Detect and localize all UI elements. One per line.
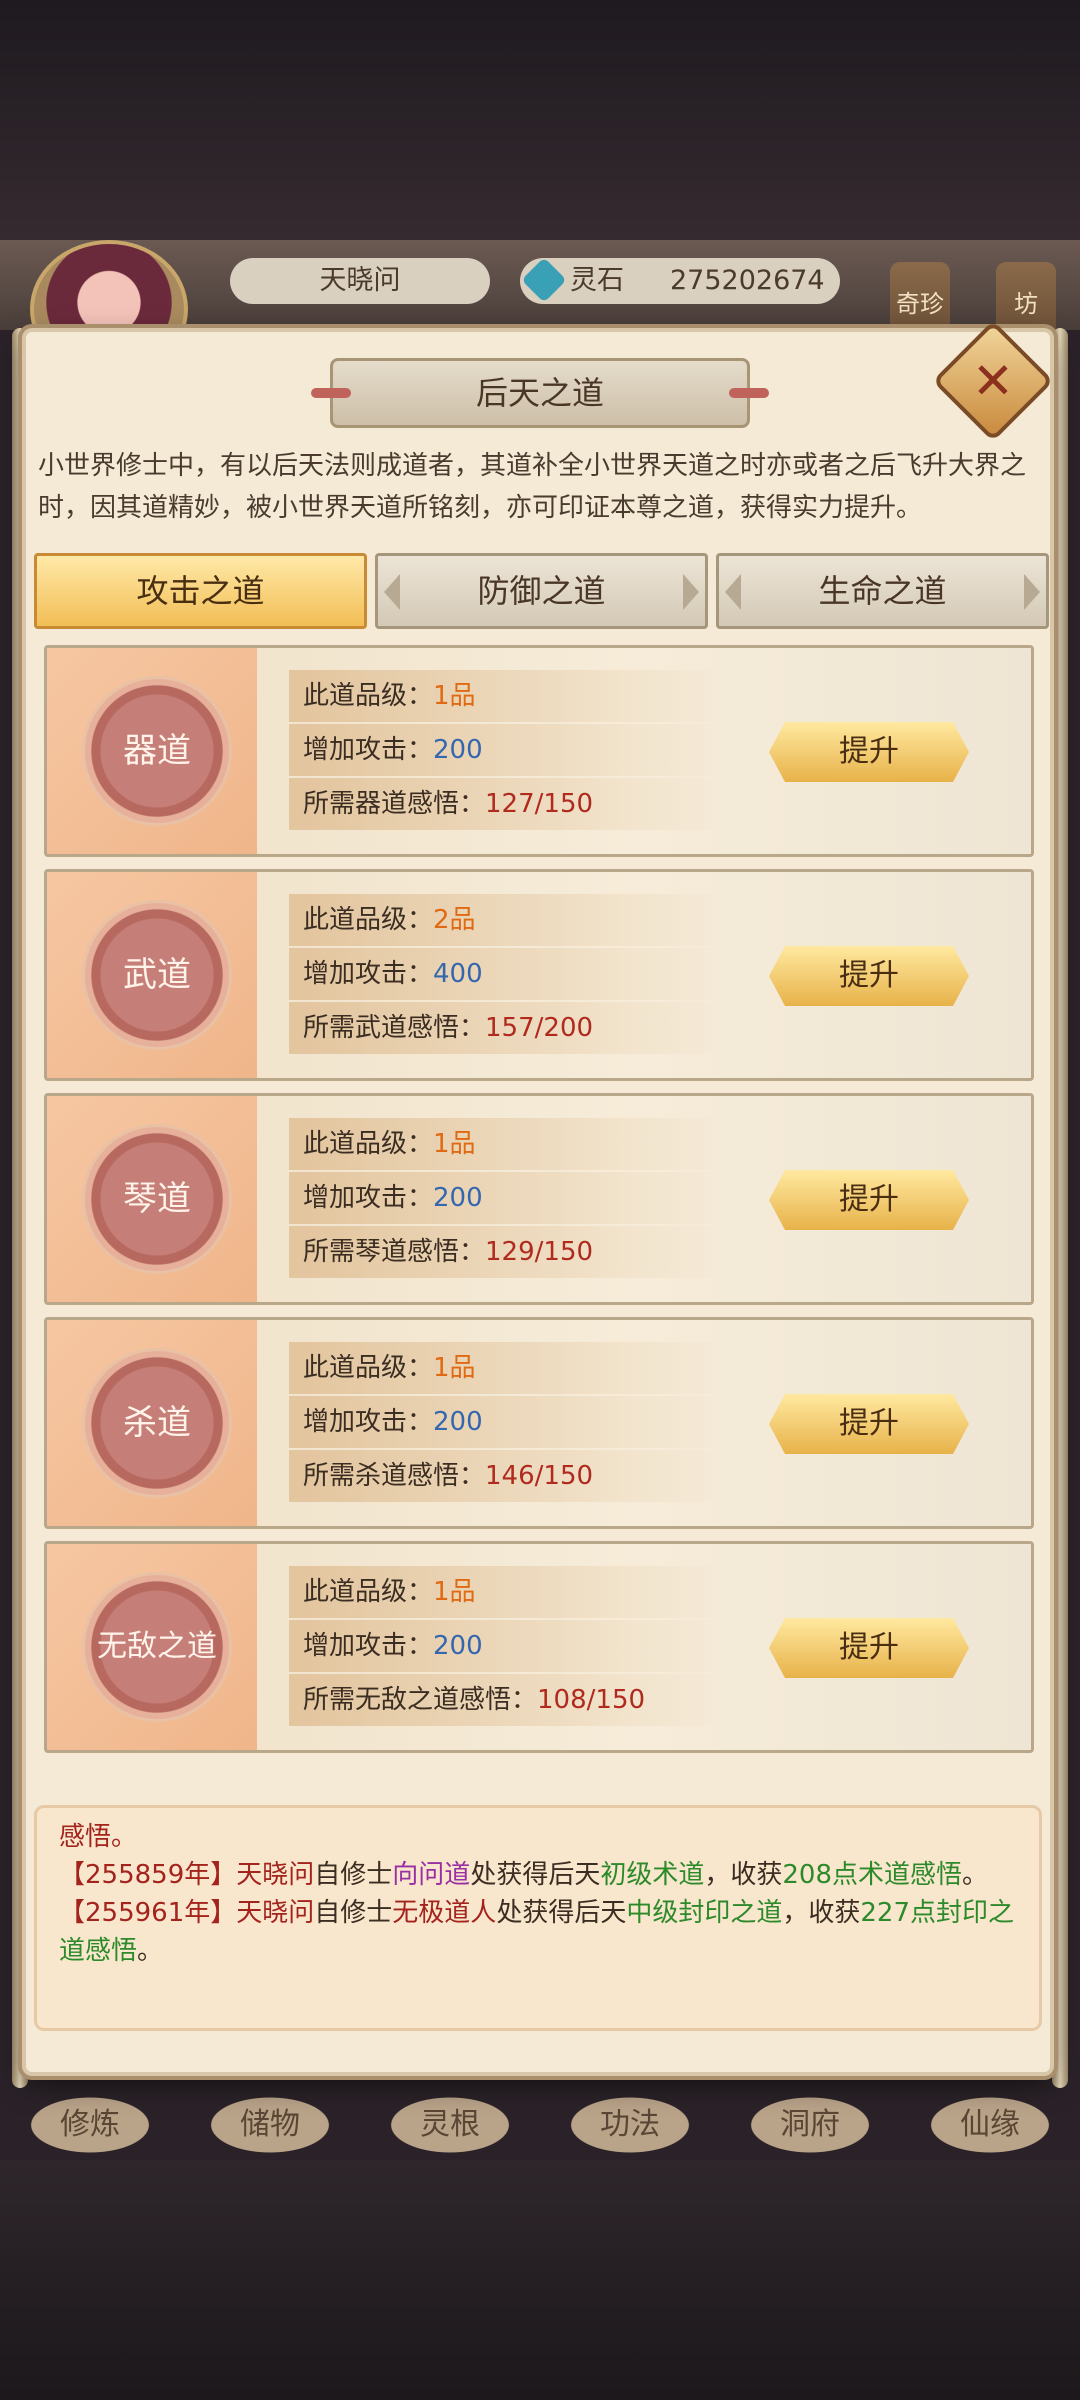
nav-cave[interactable]: 洞府 xyxy=(735,2090,885,2160)
dao-requirement: 146/150 xyxy=(485,1461,594,1491)
dao-grade: 1品 xyxy=(433,681,476,711)
spirit-stone-counter: 灵石 275202674 xyxy=(520,257,840,304)
log-line: 感悟。 xyxy=(59,1822,138,1852)
nav-storage[interactable]: 储物 xyxy=(195,2090,345,2160)
background-bottom xyxy=(0,2160,1080,2400)
dao-card: 无敌之道 此道品级：1品 增加攻击：200 所需无敌之道感悟：108/150 提… xyxy=(44,1541,1034,1753)
dao-grade-row: 此道品级：1品 xyxy=(289,1118,729,1170)
dao-list[interactable]: 器道 此道品级：1品 增加攻击：200 所需器道感悟：127/150 提升 武道… xyxy=(36,645,1041,1765)
dao-attack-row: 增加攻击：200 xyxy=(289,1620,729,1672)
dao-attack: 400 xyxy=(433,959,483,989)
upgrade-button[interactable]: 提升 xyxy=(769,946,969,1006)
tab-arrow-right-icon xyxy=(1024,574,1040,610)
tab-label: 生命之道 xyxy=(818,572,947,610)
dao-card: 器道 此道品级：1品 增加攻击：200 所需器道感悟：127/150 提升 xyxy=(44,645,1034,857)
upgrade-button[interactable]: 提升 xyxy=(769,722,969,782)
upgrade-button[interactable]: 提升 xyxy=(769,1618,969,1678)
tab-label: 攻击之道 xyxy=(136,572,265,610)
dao-name: 杀道 xyxy=(123,1403,191,1443)
dao-grade-row: 此道品级：1品 xyxy=(289,1566,729,1618)
dao-requirement: 129/150 xyxy=(485,1237,594,1267)
dao-requirement-row: 所需器道感悟：127/150 xyxy=(289,778,729,830)
upgrade-button[interactable]: 提升 xyxy=(769,1394,969,1454)
player-name: 天晓问 xyxy=(230,258,490,304)
dao-grade-row: 此道品级：1品 xyxy=(289,1342,729,1394)
scroll-roller-right xyxy=(1052,328,1068,2088)
dao-name: 琴道 xyxy=(123,1179,191,1219)
dao-name: 武道 xyxy=(123,955,191,995)
dao-grade-row: 此道品级：1品 xyxy=(289,670,729,722)
tab-attack-dao[interactable]: 攻击之道 xyxy=(34,553,367,629)
log-entry: 【255961年】天晓问自修士无极道人处获得后天中级封印之道，收获227点封印之… xyxy=(59,1898,1014,1966)
dialog-title-plate: 后天之道 xyxy=(311,358,769,428)
dao-requirement-row: 所需杀道感悟：146/150 xyxy=(289,1450,729,1502)
dao-attack-row: 增加攻击：200 xyxy=(289,724,729,776)
dao-attack: 200 xyxy=(433,735,483,765)
dao-grade: 2品 xyxy=(433,905,476,935)
nav-fate[interactable]: 仙缘 xyxy=(915,2090,1065,2160)
tab-defense-dao[interactable]: 防御之道 xyxy=(375,553,708,629)
nav-spirit-root[interactable]: 灵根 xyxy=(375,2090,525,2160)
dao-name: 器道 xyxy=(123,731,191,771)
dao-grade-row: 此道品级：2品 xyxy=(289,894,729,946)
tab-arrow-left-icon xyxy=(725,574,741,610)
dao-grade: 1品 xyxy=(433,1353,476,1383)
dao-attack: 200 xyxy=(433,1183,483,1213)
log-entry: 【255859年】天晓问自修士向问道处获得后天初级术道，收获208点术道感悟。 xyxy=(59,1860,989,1890)
dao-grade: 1品 xyxy=(433,1129,476,1159)
dao-requirement-row: 所需琴道感悟：129/150 xyxy=(289,1226,729,1278)
tab-label: 防御之道 xyxy=(477,572,606,610)
spirit-stone-label: 灵石 xyxy=(570,265,624,296)
dao-requirement-row: 所需武道感悟：157/200 xyxy=(289,1002,729,1054)
dao-card: 琴道 此道品级：1品 增加攻击：200 所需琴道感悟：129/150 提升 xyxy=(44,1093,1034,1305)
dao-card: 杀道 此道品级：1品 增加攻击：200 所需杀道感悟：146/150 提升 xyxy=(44,1317,1034,1529)
tab-life-dao[interactable]: 生命之道 xyxy=(716,553,1049,629)
nav-cultivate[interactable]: 修炼 xyxy=(15,2090,165,2160)
dao-attack-row: 增加攻击：200 xyxy=(289,1172,729,1224)
bottom-nav: 修炼 储物 灵根 功法 洞府 仙缘 xyxy=(0,2090,1080,2160)
dao-tabs: 攻击之道 防御之道 生命之道 xyxy=(34,553,1049,629)
spirit-stone-icon xyxy=(521,257,567,303)
dao-name: 无敌之道 xyxy=(97,1629,217,1664)
dialog-intro: 小世界修士中，有以后天法则成道者，其道补全小世界天道之时亦或者之后飞升大界之时，… xyxy=(38,451,1027,523)
spirit-stone-value: 275202674 xyxy=(670,265,825,296)
upgrade-button[interactable]: 提升 xyxy=(769,1170,969,1230)
dao-requirement: 108/150 xyxy=(537,1685,646,1715)
dao-requirement: 157/200 xyxy=(485,1013,594,1043)
dao-card: 武道 此道品级：2品 增加攻击：400 所需武道感悟：157/200 提升 xyxy=(44,869,1034,1081)
dao-attack: 200 xyxy=(433,1407,483,1437)
nav-techniques[interactable]: 功法 xyxy=(555,2090,705,2160)
tab-arrow-left-icon xyxy=(384,574,400,610)
dao-requirement: 127/150 xyxy=(485,789,594,819)
tab-arrow-right-icon xyxy=(683,574,699,610)
event-log[interactable]: 感悟。 【255859年】天晓问自修士向问道处获得后天初级术道，收获208点术道… xyxy=(34,1805,1042,2031)
dao-attack-row: 增加攻击：200 xyxy=(289,1396,729,1448)
dao-attack-row: 增加攻击：400 xyxy=(289,948,729,1000)
dao-attack: 200 xyxy=(433,1631,483,1661)
background-top xyxy=(0,0,1080,240)
dialog-title: 后天之道 xyxy=(475,374,604,412)
dao-requirement-row: 所需无敌之道感悟：108/150 xyxy=(289,1674,729,1726)
close-icon[interactable]: ✕ xyxy=(950,338,1036,424)
dao-grade: 1品 xyxy=(433,1577,476,1607)
